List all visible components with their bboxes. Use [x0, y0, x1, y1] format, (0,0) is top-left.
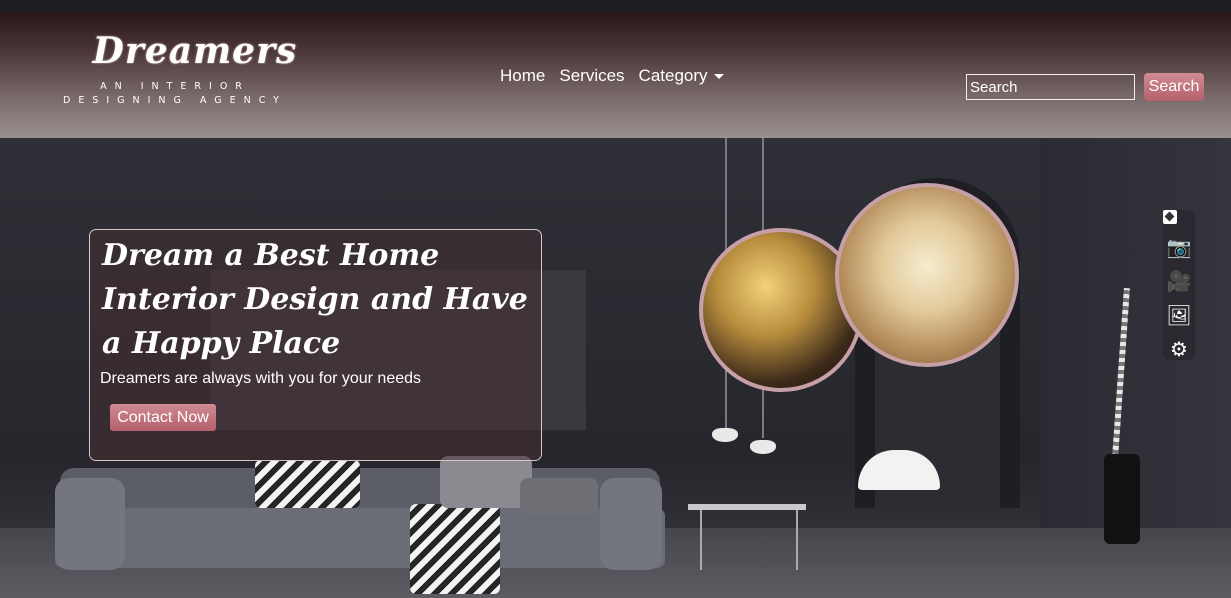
interior-photo-circle	[835, 183, 1019, 367]
gear-icon[interactable]: ⚙	[1170, 338, 1188, 360]
camera-icon[interactable]: 📷	[1167, 236, 1192, 258]
pin-icon[interactable]	[1163, 210, 1177, 224]
search-button[interactable]: Search	[1144, 73, 1204, 101]
brand-logo[interactable]: Dreamers AN INTERIOR DESIGNING AGENCY	[40, 30, 310, 120]
brand-tagline: AN INTERIOR DESIGNING AGENCY	[63, 81, 287, 106]
sofa-seat	[55, 508, 665, 568]
nav-home-link[interactable]: Home	[500, 66, 545, 86]
coffee-table	[688, 504, 806, 510]
contact-now-button[interactable]: Contact Now	[110, 404, 216, 431]
hero-card: Dream a Best Home Interior Design and Ha…	[89, 229, 542, 461]
hero-section: Dream a Best Home Interior Design and Ha…	[0, 138, 1231, 598]
nav-category-label: Category	[638, 66, 708, 85]
video-icon[interactable]: 🎥	[1167, 270, 1192, 292]
nav-services-link[interactable]: Services	[559, 66, 624, 86]
navbar: Dreamers AN INTERIOR DESIGNING AGENCY Ho…	[0, 12, 1231, 138]
table-leg	[700, 510, 702, 570]
vase	[1104, 454, 1140, 544]
sofa-arm	[55, 478, 125, 570]
brand-name: Dreamers	[92, 30, 298, 72]
search-input[interactable]	[966, 74, 1135, 100]
pendant-lamp	[712, 428, 738, 442]
hero-subtitle: Dreamers are always with you for your ne…	[100, 370, 422, 387]
sofa-arm	[600, 478, 662, 570]
chevron-down-icon	[713, 74, 724, 80]
pendant-lamp	[750, 440, 776, 454]
nav-category-dropdown[interactable]: Category	[639, 66, 724, 86]
throw-blanket	[410, 504, 500, 594]
pillow	[440, 456, 532, 508]
pillow	[255, 460, 360, 508]
pillow	[520, 478, 598, 514]
side-toolbar: 📷 🎥 🖼 ⚙	[1163, 210, 1195, 360]
top-strip	[0, 0, 1231, 12]
gallery-icon[interactable]: 🖼	[1166, 304, 1191, 326]
main-nav: Home Services Category	[500, 64, 724, 88]
hero-title: Dream a Best Home Interior Design and Ha…	[102, 238, 528, 361]
table-leg	[796, 510, 798, 570]
